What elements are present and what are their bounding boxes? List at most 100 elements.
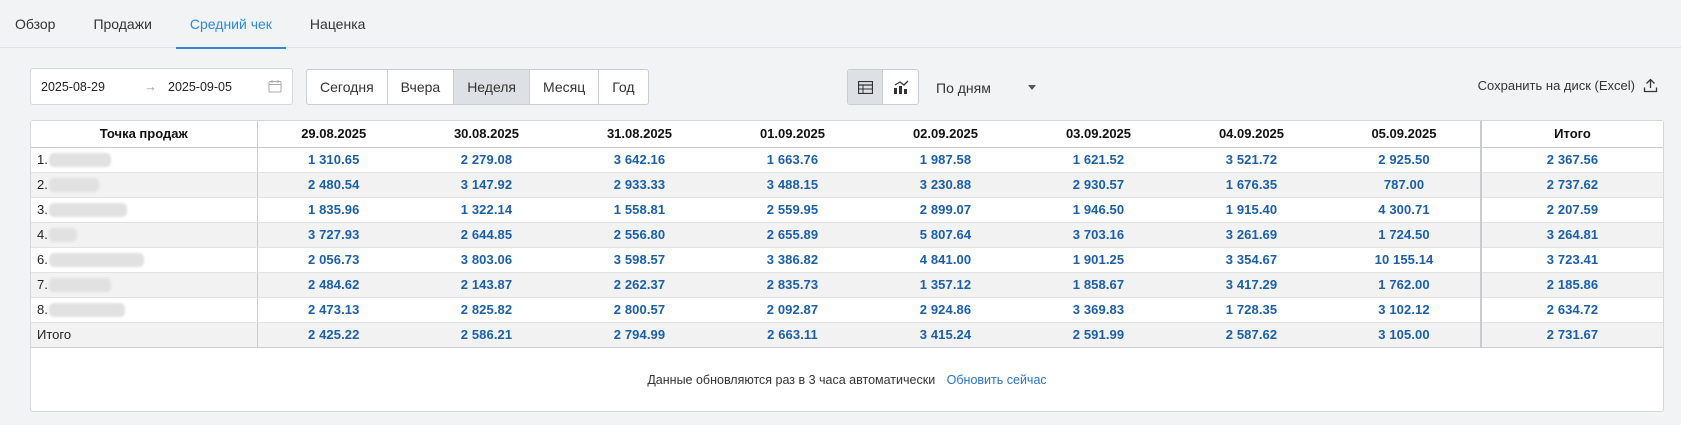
period-selector: Сегодня Вчера Неделя Месяц Год [306, 69, 649, 105]
redacted-name [48, 303, 125, 318]
value-cell: 3 102.12 [1328, 297, 1481, 323]
calendar-icon[interactable] [268, 79, 282, 93]
row-total-cell: 2 737.62 [1480, 172, 1663, 198]
period-week-button[interactable]: Неделя [454, 70, 531, 104]
value-cell: 2 644.85 [410, 222, 563, 248]
date-range-picker[interactable]: 2025-08-29 → 2025-09-05 [30, 68, 293, 105]
table-row: 8. 2 473.13 2 825.82 2 800.57 2 092.87 2 924.… [31, 297, 1663, 323]
column-header-date[interactable]: 30.08.2025 [410, 121, 563, 148]
row-total-cell: 3 723.41 [1480, 247, 1663, 273]
summary-value-cell: 2 663.11 [716, 322, 869, 348]
table-row: 2. 2 480.54 3 147.92 2 933.33 3 488.15 3 230.… [31, 172, 1663, 198]
row-number: 1. [37, 151, 48, 167]
value-cell: 2 092.87 [716, 297, 869, 323]
table-row: 7. 2 484.62 2 143.87 2 262.37 2 835.73 1 357.… [31, 272, 1663, 298]
point-name-cell: 6. [31, 247, 258, 273]
value-cell: 1 915.40 [1175, 197, 1328, 223]
value-cell: 3 417.29 [1175, 272, 1328, 298]
value-cell: 3 488.15 [716, 172, 869, 198]
date-from-input[interactable]: 2025-08-29 [41, 80, 144, 94]
refresh-now-link[interactable]: Обновить сейчас [947, 373, 1047, 387]
value-cell: 3 727.93 [257, 222, 410, 248]
update-note-text: Данные обновляются раз в 3 часа автомати… [647, 373, 936, 387]
point-name-cell: 2. [31, 172, 258, 198]
period-yesterday-button[interactable]: Вчера [388, 70, 455, 104]
chart-view-button[interactable] [883, 70, 918, 104]
value-cell: 1 322.14 [410, 197, 563, 223]
value-cell: 2 933.33 [563, 172, 716, 198]
column-header-date[interactable]: 29.08.2025 [257, 121, 410, 148]
value-cell: 2 655.89 [716, 222, 869, 248]
table-header-row: Точка продаж 29.08.2025 30.08.2025 31.08… [31, 121, 1663, 148]
group-by-select[interactable]: По дням [936, 77, 1036, 99]
value-cell: 2 899.07 [869, 197, 1022, 223]
chart-icon [893, 80, 908, 94]
value-cell: 1 558.81 [563, 197, 716, 223]
summary-value-cell: 2 425.22 [257, 322, 410, 348]
view-toggle [847, 69, 919, 105]
value-cell: 3 703.16 [1022, 222, 1175, 248]
point-name-cell: 7. [31, 272, 258, 298]
value-cell: 2 143.87 [410, 272, 563, 298]
value-cell: 1 987.58 [869, 147, 1022, 173]
table-row: 4. 3 727.93 2 644.85 2 556.80 2 655.89 5 807.… [31, 222, 1663, 248]
point-name-cell: 8. [31, 297, 258, 323]
tab-markup[interactable]: Наценка [310, 0, 366, 48]
tab-overview[interactable]: Обзор [15, 0, 55, 48]
value-cell: 1 946.50 [1022, 197, 1175, 223]
value-cell: 3 386.82 [716, 247, 869, 273]
row-number: 8. [37, 301, 48, 317]
column-header-point[interactable]: Точка продаж [31, 121, 258, 148]
export-excel-button[interactable]: Сохранить на диск (Excel) [1478, 78, 1658, 93]
redacted-name [48, 153, 111, 168]
value-cell: 3 230.88 [869, 172, 1022, 198]
table-row: 1. 1 310.65 2 279.08 3 642.16 1 663.76 1 987.… [31, 147, 1663, 173]
column-header-date[interactable]: 05.09.2025 [1328, 121, 1481, 148]
column-header-date[interactable]: 01.09.2025 [716, 121, 869, 148]
tab-sales[interactable]: Продажи [93, 0, 151, 48]
value-cell: 2 056.73 [257, 247, 410, 273]
value-cell: 2 262.37 [563, 272, 716, 298]
column-header-total[interactable]: Итого [1480, 121, 1663, 148]
value-cell: 1 663.76 [716, 147, 869, 173]
export-label: Сохранить на диск (Excel) [1477, 78, 1635, 93]
summary-value-cell: 3 415.24 [869, 322, 1022, 348]
redacted-name [48, 278, 111, 293]
column-header-date[interactable]: 04.09.2025 [1175, 121, 1328, 148]
average-check-table: Точка продаж 29.08.2025 30.08.2025 31.08… [31, 121, 1663, 348]
summary-value-cell: 2 794.99 [563, 322, 716, 348]
column-header-date[interactable]: 02.09.2025 [869, 121, 1022, 148]
summary-value-cell: 2 591.99 [1022, 322, 1175, 348]
value-cell: 1 621.52 [1022, 147, 1175, 173]
column-header-date[interactable]: 03.09.2025 [1022, 121, 1175, 148]
value-cell: 1 835.96 [257, 197, 410, 223]
period-year-button[interactable]: Год [599, 70, 647, 104]
value-cell: 2 800.57 [563, 297, 716, 323]
value-cell: 1 357.12 [869, 272, 1022, 298]
value-cell: 2 484.62 [257, 272, 410, 298]
redacted-name [48, 253, 144, 268]
tab-average-check[interactable]: Средний чек [175, 0, 286, 49]
table-view-button[interactable] [848, 70, 883, 104]
date-to-input[interactable]: 2025-09-05 [168, 80, 268, 94]
column-header-date[interactable]: 31.08.2025 [563, 121, 716, 148]
table-icon [857, 80, 873, 94]
row-total-cell: 2 185.86 [1480, 272, 1663, 298]
value-cell: 2 930.57 [1022, 172, 1175, 198]
row-number: 4. [37, 226, 48, 242]
value-cell: 1 728.35 [1175, 297, 1328, 323]
period-today-button[interactable]: Сегодня [307, 70, 388, 104]
value-cell: 2 924.86 [869, 297, 1022, 323]
value-cell: 2 825.82 [410, 297, 563, 323]
value-cell: 3 261.69 [1175, 222, 1328, 248]
group-by-value: По дням [936, 80, 991, 96]
value-cell: 2 925.50 [1328, 147, 1481, 173]
point-name-cell: 4. [31, 222, 258, 248]
period-month-button[interactable]: Месяц [530, 70, 600, 104]
value-cell: 787.00 [1328, 172, 1481, 198]
value-cell: 1 858.67 [1022, 272, 1175, 298]
value-cell: 3 354.67 [1175, 247, 1328, 273]
summary-row: Итого 2 425.22 2 586.21 2 794.99 2 663.11 3 4… [31, 322, 1663, 348]
value-cell: 3 598.57 [563, 247, 716, 273]
value-cell: 2 559.95 [716, 197, 869, 223]
